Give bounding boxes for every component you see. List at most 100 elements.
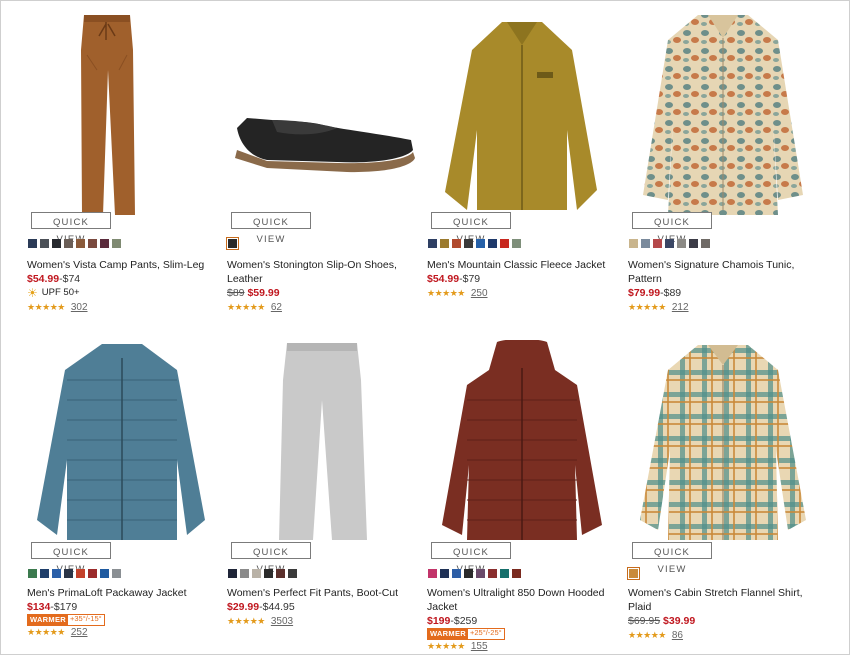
color-swatch[interactable]: [88, 239, 97, 248]
color-swatch[interactable]: [627, 567, 640, 580]
color-swatch[interactable]: [452, 569, 461, 578]
quick-view-button[interactable]: QUICK VIEW: [31, 212, 111, 245]
color-swatch[interactable]: [40, 569, 49, 578]
color-swatches: [226, 237, 239, 250]
color-swatch[interactable]: [500, 569, 509, 578]
quick-view-button[interactable]: QUICK VIEW: [431, 542, 511, 575]
color-swatch[interactable]: [428, 239, 437, 248]
product-title[interactable]: Women's Stonington Slip-On Shoes, Leathe…: [227, 258, 417, 286]
quick-view-button[interactable]: QUICK VIEW: [632, 542, 712, 575]
product-rating: ★★★★★ 3503: [227, 616, 293, 627]
product-rating: ★★★★★ 62: [227, 302, 282, 313]
temperature-range: +35°/-15°: [69, 614, 102, 623]
product-image[interactable]: [427, 10, 617, 215]
color-swatch[interactable]: [452, 239, 461, 248]
review-count-link[interactable]: 86: [672, 630, 683, 641]
color-swatch[interactable]: [440, 239, 449, 248]
product-image[interactable]: [227, 10, 417, 215]
star-rating-icon: ★★★★★: [427, 641, 465, 651]
color-swatch[interactable]: [641, 239, 650, 248]
color-swatch[interactable]: [240, 569, 249, 578]
color-swatch[interactable]: [112, 569, 121, 578]
product-title[interactable]: Women's Vista Camp Pants, Slim-Leg: [27, 258, 217, 272]
color-swatch[interactable]: [88, 569, 97, 578]
quick-view-button[interactable]: QUICK VIEW: [431, 212, 511, 245]
color-swatch[interactable]: [112, 239, 121, 248]
color-swatch[interactable]: [500, 239, 509, 248]
color-swatch[interactable]: [40, 239, 49, 248]
color-swatch[interactable]: [64, 239, 73, 248]
product-image[interactable]: [427, 339, 617, 545]
color-swatch[interactable]: [464, 239, 473, 248]
product-title[interactable]: Women's Cabin Stretch Flannel Shirt, Pla…: [628, 586, 818, 614]
color-swatch[interactable]: [52, 239, 61, 248]
product-image[interactable]: [27, 340, 217, 545]
color-swatch[interactable]: [288, 569, 297, 578]
product-price: $134-$179: [27, 600, 77, 614]
warmer-label: WARMER: [428, 629, 468, 639]
color-swatch[interactable]: [276, 569, 285, 578]
color-swatch[interactable]: [64, 569, 73, 578]
product-image[interactable]: [227, 340, 417, 545]
sale-price: $134: [27, 601, 51, 613]
sun-icon: ☀: [27, 286, 38, 300]
sale-price: $39.99: [663, 615, 696, 627]
color-swatch[interactable]: [28, 569, 37, 578]
color-swatch[interactable]: [476, 239, 485, 248]
color-swatch[interactable]: [440, 569, 449, 578]
color-swatch[interactable]: [226, 237, 239, 250]
color-swatch[interactable]: [512, 239, 521, 248]
review-count-link[interactable]: 212: [672, 302, 689, 313]
color-swatch[interactable]: [665, 239, 674, 248]
color-swatch[interactable]: [677, 239, 686, 248]
product-title[interactable]: Men's Mountain Classic Fleece Jacket: [427, 258, 617, 272]
product-price: $29.99-$44.95: [227, 600, 295, 614]
review-count-link[interactable]: 155: [471, 641, 488, 652]
color-swatch[interactable]: [629, 239, 638, 248]
color-swatch[interactable]: [488, 569, 497, 578]
product-image[interactable]: [628, 10, 818, 215]
product-title[interactable]: Women's Ultralight 850 Down Hooded Jacke…: [427, 586, 617, 614]
sale-price: $29.99: [227, 601, 260, 613]
color-swatch[interactable]: [76, 569, 85, 578]
color-swatch[interactable]: [100, 569, 109, 578]
color-swatch[interactable]: [252, 569, 261, 578]
quick-view-button[interactable]: QUICK VIEW: [31, 542, 111, 575]
color-swatch[interactable]: [701, 239, 710, 248]
color-swatch[interactable]: [100, 239, 109, 248]
color-swatch[interactable]: [228, 569, 237, 578]
star-rating-icon: ★★★★★: [227, 302, 265, 312]
product-title[interactable]: Women's Perfect Fit Pants, Boot-Cut: [227, 586, 417, 600]
review-count-link[interactable]: 3503: [271, 616, 293, 627]
review-count-link[interactable]: 302: [71, 302, 88, 313]
color-swatch[interactable]: [264, 569, 273, 578]
color-swatch[interactable]: [428, 569, 437, 578]
color-swatch[interactable]: [76, 239, 85, 248]
color-swatch[interactable]: [52, 569, 61, 578]
quick-view-button[interactable]: QUICK VIEW: [231, 542, 311, 575]
color-swatch[interactable]: [689, 239, 698, 248]
upf-label: UPF 50+: [41, 287, 80, 298]
price-range-end: -$74: [59, 273, 81, 285]
quick-view-button[interactable]: QUICK VIEW: [231, 212, 311, 245]
product-title[interactable]: Men's PrimaLoft Packaway Jacket: [27, 586, 217, 600]
color-swatch[interactable]: [464, 569, 473, 578]
star-rating-icon: ★★★★★: [27, 627, 65, 637]
quick-view-button[interactable]: QUICK VIEW: [632, 212, 712, 245]
color-swatch[interactable]: [512, 569, 521, 578]
review-count-link[interactable]: 252: [71, 627, 88, 638]
product-rating: ★★★★★ 252: [27, 627, 88, 638]
color-swatch[interactable]: [28, 239, 37, 248]
review-count-link[interactable]: 62: [271, 302, 282, 313]
product-title[interactable]: Women's Signature Chamois Tunic, Pattern: [628, 258, 818, 286]
product-image[interactable]: [27, 10, 217, 215]
upf-badge: ☀ UPF 50+: [27, 287, 80, 299]
sale-price: $54.99: [27, 273, 60, 285]
color-swatch[interactable]: [476, 569, 485, 578]
product-image[interactable]: [628, 340, 818, 545]
color-swatch[interactable]: [488, 239, 497, 248]
sale-price: $79.99: [628, 287, 661, 299]
warmer-badge: WARMER +35°/-15°: [27, 614, 105, 626]
review-count-link[interactable]: 250: [471, 288, 488, 299]
color-swatch[interactable]: [653, 239, 662, 248]
